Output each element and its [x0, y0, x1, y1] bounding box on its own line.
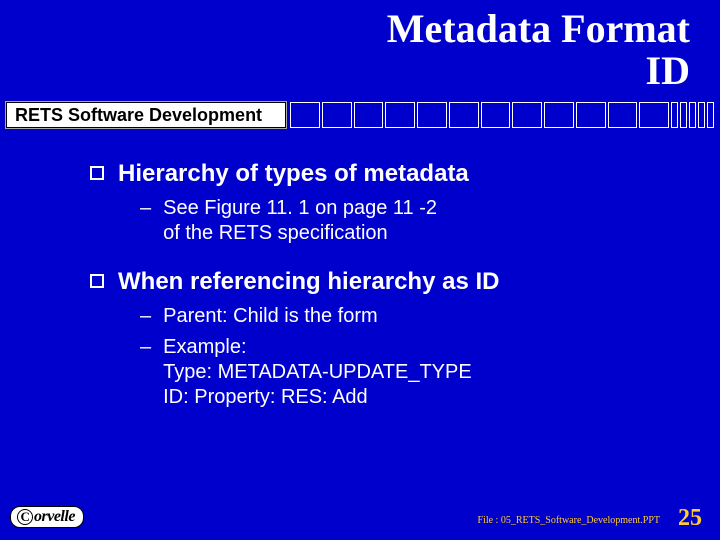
- subtitle-bar: RETS Software Development: [0, 102, 720, 130]
- bullet-1-sub-1: – See Figure 11. 1 on page 11 -2 of the …: [140, 196, 680, 246]
- logo-badge: Corvelle: [10, 506, 84, 528]
- dash-icon: –: [140, 304, 151, 329]
- bullet-2-sub-2-text: Example: Type: METADATA-UPDATE_TYPE ID: …: [163, 335, 472, 410]
- decorative-stripes: [290, 102, 714, 128]
- bullet-1-sub-1-text: See Figure 11. 1 on page 11 -2 of the RE…: [163, 196, 437, 246]
- dash-icon: –: [140, 335, 151, 360]
- subtitle-text: RETS Software Development: [15, 105, 262, 126]
- bullet-2: When referencing hierarchy as ID: [90, 268, 680, 296]
- logo-text: orvelle: [34, 508, 75, 525]
- bullet-2-sub-1-text: Parent: Child is the form: [163, 304, 378, 329]
- slide-title: Metadata Format ID: [387, 8, 690, 92]
- subtitle-box: RETS Software Development: [6, 102, 286, 128]
- title-line-2: ID: [646, 48, 690, 93]
- bullet-2-sub-1: – Parent: Child is the form: [140, 304, 680, 329]
- footer-file-label: File : 05_RETS_Software_Development.PPT: [478, 515, 661, 526]
- bullet-1: Hierarchy of types of metadata: [90, 160, 680, 188]
- bullet-1-heading: Hierarchy of types of metadata: [118, 160, 469, 188]
- bullet-2-sub-2: – Example: Type: METADATA-UPDATE_TYPE ID…: [140, 335, 680, 410]
- dash-icon: –: [140, 196, 151, 221]
- title-line-1: Metadata Format: [387, 6, 690, 51]
- bullet-2-heading: When referencing hierarchy as ID: [118, 268, 499, 296]
- page-number: 25: [678, 505, 702, 532]
- square-bullet-icon: [90, 274, 104, 288]
- logo-c-icon: C: [17, 509, 33, 525]
- square-bullet-icon: [90, 166, 104, 180]
- slide-body: Hierarchy of types of metadata – See Fig…: [90, 160, 680, 416]
